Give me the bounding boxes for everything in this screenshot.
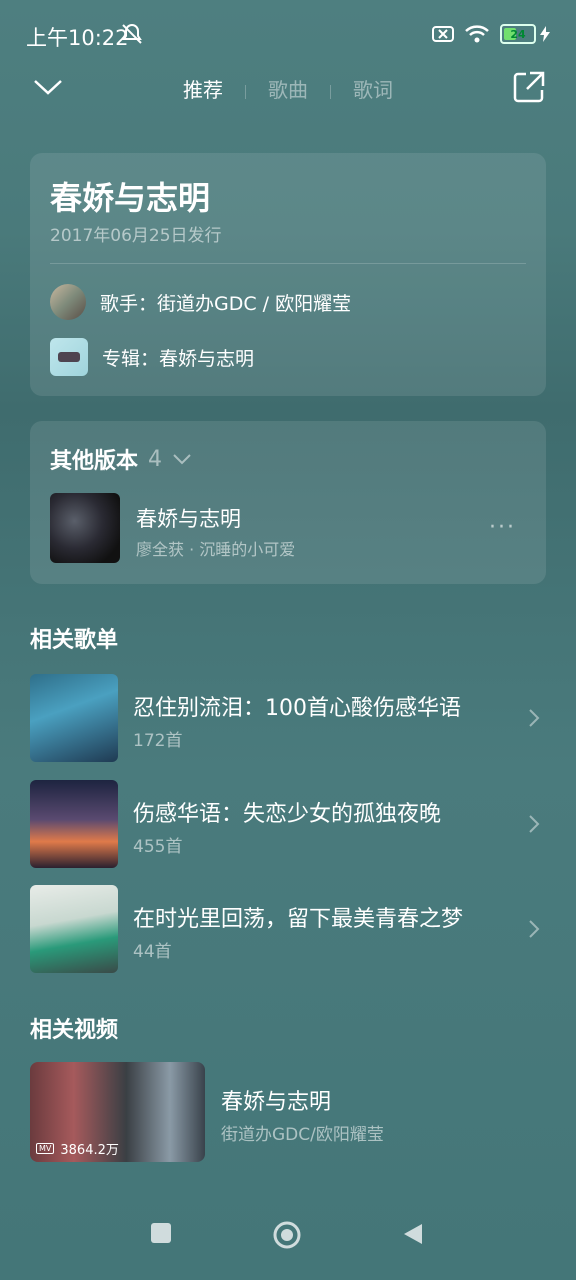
album-cover <box>50 338 88 376</box>
other-versions-header[interactable]: 其他版本 4 <box>50 443 192 475</box>
playlist-name: 忍住别流泪：100首心酸伤感华语 <box>133 696 461 721</box>
song-title: 春娇与志明 <box>50 179 211 217</box>
playlist-item[interactable]: 在时光里回荡，留下最美青春之梦 44首 <box>30 885 546 973</box>
other-versions-card: 其他版本 4 春娇与志明 廖全获 · 沉睡的小可爱 ··· <box>30 421 546 584</box>
more-options-icon[interactable]: ··· <box>489 515 516 540</box>
charging-icon <box>540 26 550 42</box>
song-info-card: 春娇与志明 2017年06月25日发行 歌手：街道办GDC / 欧阳耀莹 专辑：… <box>30 153 546 396</box>
playlist-cover <box>30 885 118 973</box>
playlist-count: 44首 <box>133 942 172 962</box>
tab-songs[interactable]: 歌曲 <box>246 74 330 103</box>
tab-bar: 推荐 歌曲 歌词 <box>0 74 576 103</box>
divider <box>50 263 526 264</box>
version-title: 春娇与志明 <box>136 507 241 531</box>
playlist-item[interactable]: 伤感华语：失恋少女的孤独夜晚 455首 <box>30 780 546 868</box>
share-icon[interactable] <box>512 70 546 104</box>
version-cover <box>50 493 120 563</box>
playlist-count: 172首 <box>133 731 183 751</box>
playlist-cover <box>30 780 118 868</box>
battery-icon: 24 <box>500 24 536 44</box>
mute-bell-icon <box>122 23 142 44</box>
battery-level: 24 <box>510 27 526 41</box>
singer-label: 歌手：街道办GDC / 欧阳耀莹 <box>100 292 352 315</box>
chevron-right-icon <box>529 709 540 727</box>
back-icon[interactable] <box>402 1222 424 1246</box>
video-title: 春娇与志明 <box>221 1090 332 1115</box>
video-thumbnail: MV 3864.2万 <box>30 1062 205 1162</box>
playlist-name: 在时光里回荡，留下最美青春之梦 <box>133 907 464 932</box>
playlist-item[interactable]: 忍住别流泪：100首心酸伤感华语 172首 <box>30 674 546 762</box>
tab-lyrics[interactable]: 歌词 <box>331 74 415 103</box>
related-videos-title: 相关视频 <box>30 1018 119 1043</box>
chevron-right-icon <box>529 815 540 833</box>
video-artist: 街道办GDC/欧阳耀莹 <box>221 1125 384 1145</box>
status-right: 24 <box>432 24 550 44</box>
home-icon[interactable] <box>272 1220 302 1250</box>
related-playlists-title: 相关歌单 <box>30 628 119 653</box>
video-play-count: 3864.2万 <box>60 1143 119 1158</box>
video-play-count-badge: MV 3864.2万 <box>36 1139 119 1158</box>
playlist-count: 455首 <box>133 837 183 857</box>
other-versions-count: 4 <box>148 446 163 472</box>
playlist-cover <box>30 674 118 762</box>
album-label: 专辑：春娇与志明 <box>102 347 255 370</box>
system-nav-bar <box>0 1190 576 1280</box>
other-versions-label: 其他版本 <box>50 449 139 474</box>
playlist-name: 伤感华语：失恋少女的孤独夜晚 <box>133 802 442 827</box>
battery-indicator: 24 <box>500 24 550 44</box>
release-date: 2017年06月25日发行 <box>50 226 222 246</box>
status-time: 上午10:22 <box>26 26 129 50</box>
singer-row[interactable]: 歌手：街道办GDC / 欧阳耀莹 <box>50 284 351 320</box>
video-item[interactable]: MV 3864.2万 春娇与志明 街道办GDC/欧阳耀莹 <box>30 1062 546 1162</box>
version-subtitle: 廖全获 · 沉睡的小可爱 <box>136 540 296 559</box>
wifi-icon <box>465 25 489 43</box>
recent-apps-icon[interactable] <box>150 1222 172 1244</box>
tab-recommend[interactable]: 推荐 <box>161 74 245 103</box>
version-list-item[interactable]: 春娇与志明 廖全获 · 沉睡的小可爱 ··· <box>50 493 526 563</box>
chevron-right-icon <box>529 920 540 938</box>
chevron-down-icon <box>173 454 191 465</box>
mv-badge: MV <box>36 1143 55 1154</box>
album-row[interactable]: 专辑：春娇与志明 <box>50 338 254 376</box>
top-bar: 推荐 歌曲 歌词 <box>0 60 576 116</box>
sim-x-icon <box>432 26 454 42</box>
singer-avatar <box>50 284 86 320</box>
